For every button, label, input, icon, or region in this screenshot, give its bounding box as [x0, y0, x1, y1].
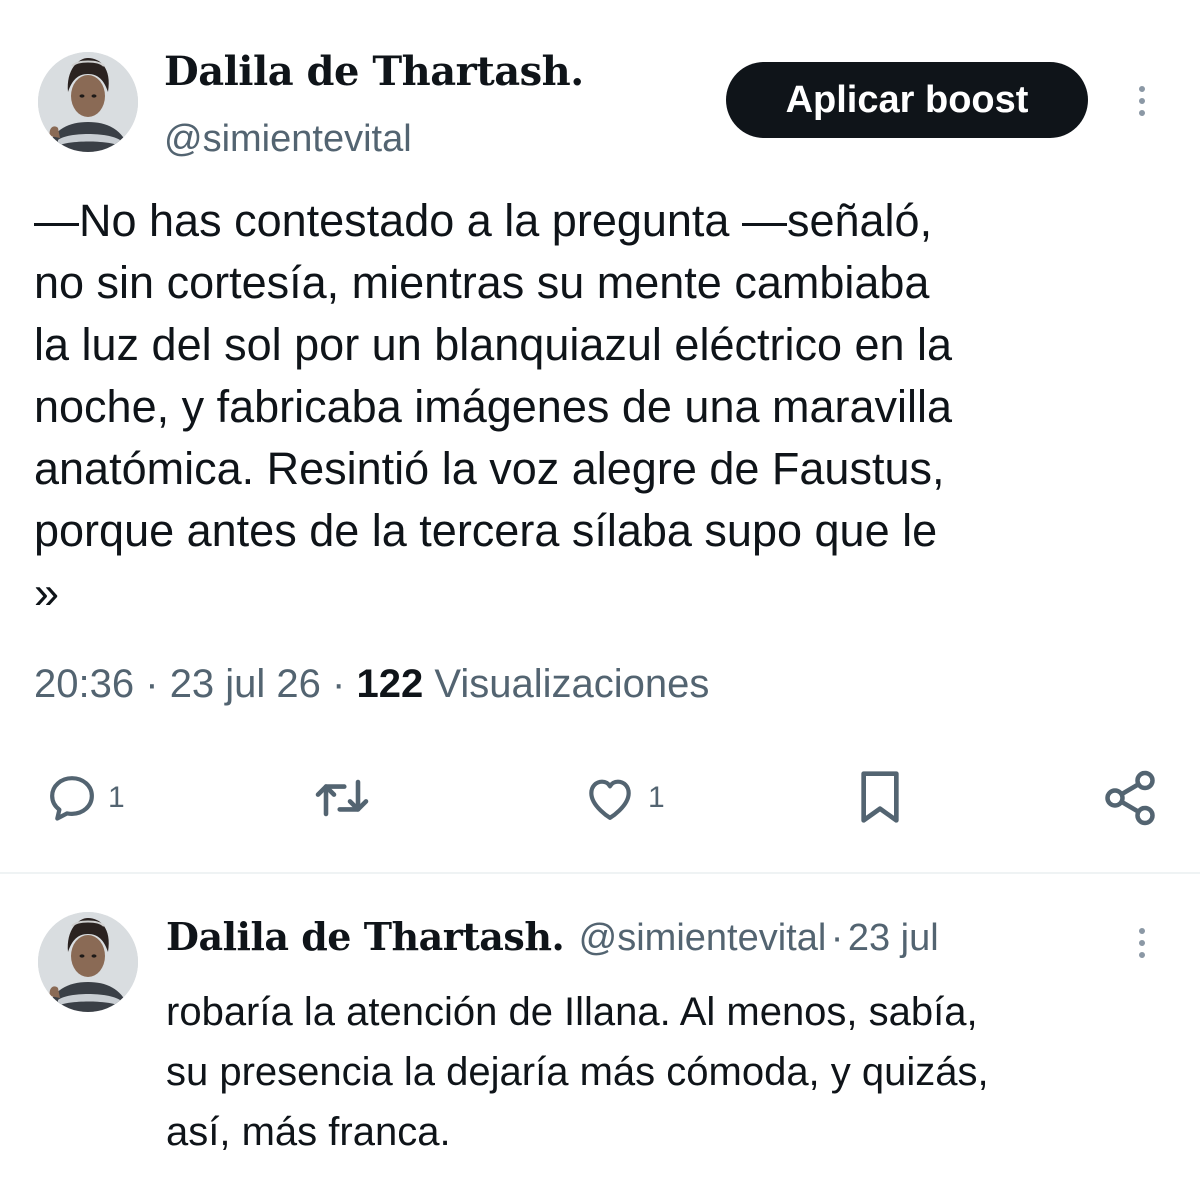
views-label: Visualizaciones [434, 662, 710, 706]
retweet-icon [315, 779, 369, 817]
like-button[interactable]: 1 [580, 770, 665, 826]
share-icon [1105, 770, 1155, 826]
more-options-icon[interactable] [1134, 86, 1150, 116]
bookmark-icon [861, 771, 899, 823]
retweet-button[interactable] [310, 770, 382, 826]
avatar-image [38, 52, 138, 152]
reply-author-handle[interactable]: @simientevital [579, 917, 827, 959]
reply-more-options-icon[interactable] [1134, 928, 1150, 958]
meta-separator: · [332, 662, 346, 706]
reply-header: Dalila de Thartash. @simientevital · 23 … [166, 914, 939, 960]
tweet-text: —No has contestado a la pregunta —señaló… [34, 195, 953, 618]
share-button[interactable] [1100, 768, 1160, 828]
author-handle[interactable]: @simientevital [164, 118, 412, 161]
author-avatar[interactable] [38, 52, 138, 152]
reply-author-name[interactable]: Dalila de Thartash. [166, 914, 565, 959]
meta-separator: · [830, 917, 844, 959]
reply-author-avatar[interactable] [38, 912, 138, 1012]
reply-text: robaría la atención de Illana. Al menos,… [166, 990, 989, 1154]
like-icon [589, 779, 631, 820]
bookmark-button[interactable] [852, 766, 908, 828]
boost-button[interactable]: Aplicar boost [726, 62, 1088, 138]
reply-count: 1 [108, 781, 125, 814]
tweet-date[interactable]: 23 jul 26 [170, 662, 321, 706]
avatar-image [38, 912, 138, 1012]
like-count: 1 [648, 781, 665, 814]
author-name[interactable]: Dalila de Thartash. [164, 48, 584, 95]
reply-icon [50, 776, 94, 821]
reply-button[interactable]: 1 [44, 770, 125, 826]
meta-separator: · [145, 662, 159, 706]
tweet-meta: 20:36 · 23 jul 26 · 122 Visualizaciones [34, 662, 709, 707]
reply-date[interactable]: 23 jul [848, 917, 939, 959]
tweet-time[interactable]: 20:36 [34, 662, 134, 706]
views-count: 122 [356, 662, 424, 706]
divider [0, 872, 1200, 874]
